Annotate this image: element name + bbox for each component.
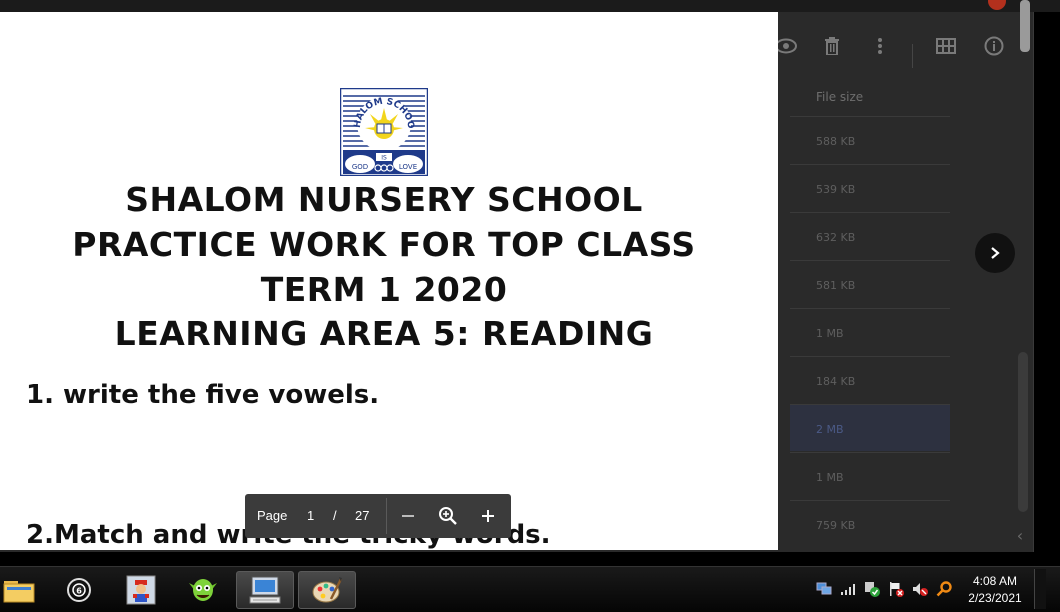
search-key-icon[interactable]	[936, 581, 952, 597]
browser-top-strip	[0, 0, 1060, 12]
signal-strength-icon[interactable]	[840, 581, 856, 597]
media-player-icon[interactable]: 6	[60, 571, 98, 609]
page-label: Page	[257, 508, 288, 523]
paint-icon[interactable]	[298, 571, 356, 609]
info-icon[interactable]	[982, 34, 1006, 58]
game-goblin-icon[interactable]	[184, 571, 222, 609]
svg-text:6: 6	[76, 587, 82, 596]
file-size-cell: 539 KB	[816, 183, 856, 196]
current-page-input[interactable]: 1	[307, 508, 314, 523]
file-size-cell: 1 MB	[816, 471, 844, 484]
row-divider	[790, 308, 950, 309]
zoom-out-button[interactable]	[396, 504, 420, 528]
file-size-cell: 759 KB	[816, 519, 856, 532]
row-divider	[790, 212, 950, 213]
game-mario-icon[interactable]	[122, 571, 160, 609]
account-avatar[interactable]	[988, 0, 1006, 10]
controls-divider	[386, 498, 387, 534]
svg-text:IS: IS	[381, 155, 387, 162]
clock-time: 4:08 AM	[972, 574, 1018, 588]
row-divider	[790, 356, 950, 357]
document-page: SHALOM SCHOOL GOD IS LOVE SHALOM NURSERY…	[0, 12, 778, 550]
show-desktop-button[interactable]	[1034, 569, 1046, 609]
pdf-page-controls: Page 1 / 27	[245, 494, 511, 538]
row-divider	[790, 164, 950, 165]
school-logo: SHALOM SCHOOL GOD IS LOVE	[340, 88, 428, 176]
document-title-line-1: SHALOM NURSERY SCHOOL	[125, 180, 643, 219]
zoom-in-icon	[439, 507, 457, 525]
file-size-column-header[interactable]: File size	[816, 90, 863, 104]
volume-muted-icon[interactable]	[912, 581, 928, 597]
network-icon[interactable]	[816, 581, 832, 597]
selected-row	[790, 405, 950, 451]
taskbar: 6 4:08 AM 2/23/2021	[0, 566, 1060, 612]
clock-date: 2/23/2021	[968, 591, 1022, 605]
zoom-fit-button[interactable]	[436, 504, 460, 528]
row-divider	[790, 116, 950, 117]
trash-icon[interactable]	[820, 34, 844, 58]
page-scrollbar-thumb[interactable]	[1020, 0, 1030, 52]
screen: File size 588 KB 539 KB 632 KB 581 KB 1 …	[0, 0, 1060, 612]
row-divider	[790, 452, 950, 453]
file-size-cell: 184 KB	[816, 375, 856, 388]
file-size-cell: 581 KB	[816, 279, 856, 292]
document-title-line-3: TERM 1 2020	[260, 270, 508, 309]
document-title-line-2: PRACTICE WORK FOR TOP CLASS	[72, 225, 696, 264]
screen-bottom-gap	[0, 552, 1060, 566]
action-center-flag-icon[interactable]	[888, 581, 904, 597]
more-vert-icon[interactable]	[868, 34, 892, 58]
file-size-cell: 2 MB	[816, 423, 844, 436]
row-divider	[790, 500, 950, 501]
page-separator: /	[333, 508, 337, 523]
svg-text:GOD: GOD	[352, 163, 368, 171]
chevron-left-icon[interactable]: ‹	[1010, 522, 1030, 548]
list-scrollbar[interactable]	[1018, 352, 1028, 512]
file-size-cell: 1 MB	[816, 327, 844, 340]
document-title-line-4: LEARNING AREA 5: READING	[114, 314, 654, 353]
security-check-icon[interactable]	[864, 581, 880, 597]
minus-icon	[402, 515, 414, 517]
row-divider	[790, 260, 950, 261]
question-1: 1. write the five vowels.	[26, 380, 380, 410]
svg-text:LOVE: LOVE	[399, 163, 417, 171]
file-explorer-icon[interactable]	[0, 571, 38, 609]
file-size-cell: 588 KB	[816, 135, 856, 148]
toolbar-divider	[912, 44, 913, 68]
grid-view-icon[interactable]	[934, 34, 958, 58]
computer-icon[interactable]	[236, 571, 294, 609]
total-pages: 27	[355, 508, 370, 523]
file-size-cell: 632 KB	[816, 231, 856, 244]
next-file-button[interactable]	[975, 233, 1015, 273]
system-clock[interactable]: 4:08 AM 2/23/2021	[960, 573, 1030, 607]
chevron-right-icon	[991, 247, 1000, 259]
plus-icon	[482, 510, 494, 522]
zoom-in-button[interactable]	[476, 504, 500, 528]
